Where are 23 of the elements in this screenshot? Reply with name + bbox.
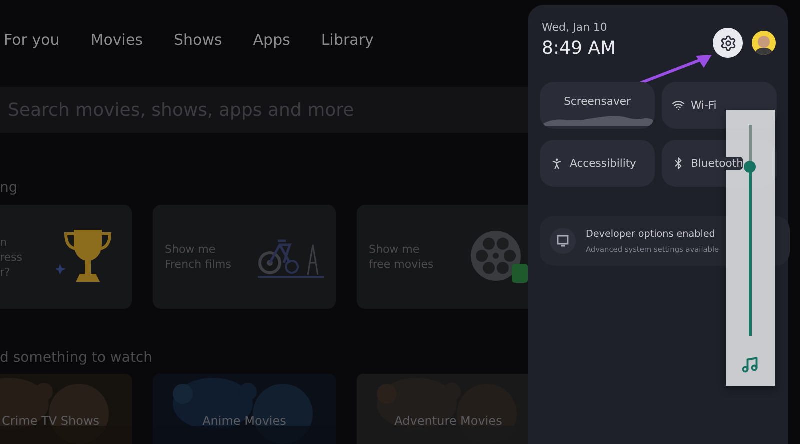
quick-tile[interactable]: Screensaver xyxy=(540,82,655,129)
bluetooth-icon xyxy=(672,157,685,170)
settings-button[interactable] xyxy=(713,28,743,58)
accessibility-icon xyxy=(550,156,564,170)
tile-label: Adventure Movies xyxy=(394,414,502,428)
nav-tab[interactable]: Shows xyxy=(174,31,222,51)
tile-label: Crime TV Shows xyxy=(2,414,100,428)
monitor-icon xyxy=(556,235,570,247)
section-heading: ng xyxy=(0,179,19,197)
avatar-icon[interactable] xyxy=(752,31,776,55)
nav-tab[interactable]: Apps xyxy=(253,31,290,51)
gear-icon xyxy=(720,34,736,52)
date-text: Wed, Jan 10 xyxy=(542,21,608,34)
notification-title: Developer options enabled xyxy=(586,228,716,240)
nav-tab[interactable]: Movies xyxy=(90,31,143,51)
section-heading: d something to watch xyxy=(0,349,154,367)
music-note-icon xyxy=(741,356,759,374)
nav-tab[interactable]: For you xyxy=(4,31,60,51)
nav-tab[interactable]: Library xyxy=(321,31,374,51)
tile-label: Anime Movies xyxy=(202,414,286,428)
slider-thumb[interactable] xyxy=(744,161,756,174)
quick-tile[interactable]: Accessibility xyxy=(540,140,655,187)
time-text: 8:49 AM xyxy=(542,38,616,59)
